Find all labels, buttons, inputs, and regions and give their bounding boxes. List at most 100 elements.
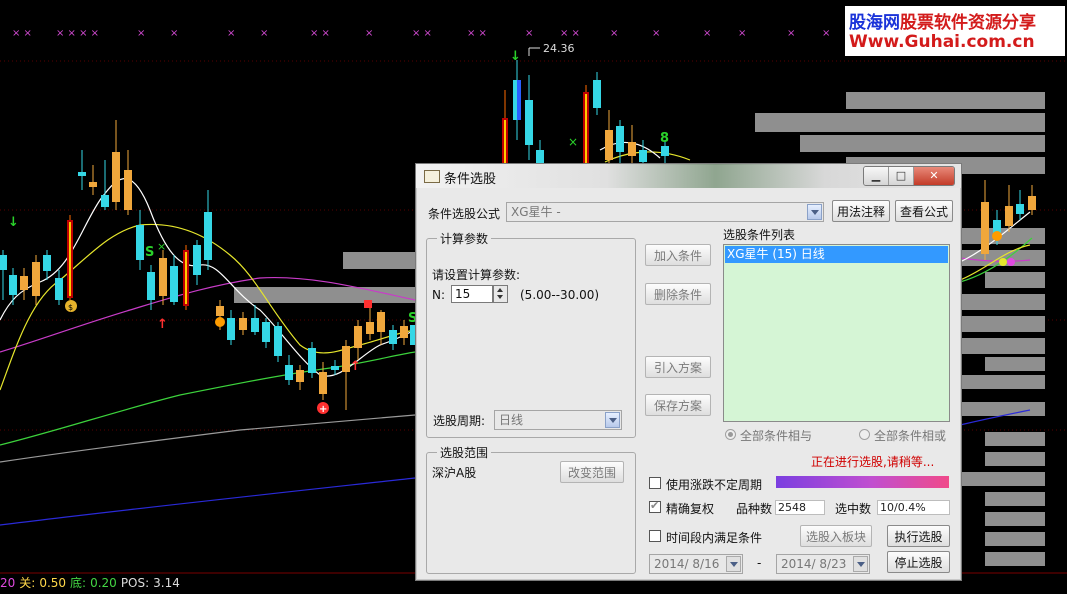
svg-text:↓: ↓ bbox=[510, 49, 521, 64]
status-value-1: 0.50 bbox=[39, 576, 67, 590]
status-value-2: 0.20 bbox=[90, 576, 117, 590]
status-key-2: 底: bbox=[70, 576, 87, 590]
svg-text:↑: ↑ bbox=[350, 359, 361, 374]
svg-text:×: × bbox=[703, 28, 711, 39]
date-from-picker[interactable]: 2014/ 8/16 bbox=[649, 554, 743, 574]
chevron-down-icon[interactable] bbox=[853, 556, 868, 572]
import-plan-button[interactable]: 引入方案 bbox=[645, 356, 711, 378]
svg-text:×: × bbox=[157, 240, 166, 253]
time-range-label: 时间段内满足条件 bbox=[666, 531, 763, 545]
status-key-3: POS: bbox=[120, 576, 150, 590]
date-separator: - bbox=[757, 556, 762, 570]
maximize-icon[interactable]: □ bbox=[889, 167, 914, 185]
param-range: (5.00--30.00) bbox=[520, 288, 600, 302]
ma-gray-line bbox=[0, 414, 416, 463]
svg-text:+: + bbox=[319, 404, 327, 415]
radio-and[interactable] bbox=[725, 429, 736, 440]
radio-and-label: 全部条件相与 bbox=[740, 429, 813, 443]
svg-text:×: × bbox=[137, 28, 145, 39]
param-n-input[interactable]: 15 bbox=[451, 285, 493, 303]
usage-notes-button[interactable]: 用法注释 bbox=[832, 200, 890, 222]
progress-status-text: 正在进行选股,请稍等... bbox=[811, 455, 935, 469]
change-scope-button[interactable]: 改变范围 bbox=[560, 461, 624, 483]
date-to-picker[interactable]: 2014/ 8/23 bbox=[776, 554, 870, 574]
peak-price-label: 24.36 bbox=[543, 42, 575, 55]
svg-text:× ×: × × bbox=[12, 28, 32, 39]
close-icon[interactable]: ✕ bbox=[914, 167, 954, 185]
param-prompt: 请设置计算参数: bbox=[432, 268, 521, 282]
delete-condition-button[interactable]: 删除条件 bbox=[645, 283, 711, 305]
minimize-icon[interactable]: ▁ bbox=[864, 167, 889, 185]
count-value: 2548 bbox=[775, 500, 825, 515]
exact-rights-checkbox[interactable] bbox=[649, 499, 661, 513]
radio-or[interactable] bbox=[859, 429, 870, 440]
chevron-down-icon[interactable] bbox=[605, 412, 620, 428]
svg-text:×: × bbox=[610, 28, 618, 39]
irregular-period-checkbox[interactable] bbox=[649, 477, 661, 489]
spin-up-icon[interactable] bbox=[497, 288, 503, 292]
svg-text:S: S bbox=[145, 245, 154, 260]
svg-text:× ×: × × bbox=[467, 28, 487, 39]
calc-params-title: 计算参数 bbox=[437, 230, 492, 247]
svg-text:↑: ↑ bbox=[157, 317, 168, 332]
svg-text:×: × bbox=[822, 28, 830, 39]
condition-list[interactable]: XG星牛 (15) 日线 bbox=[723, 244, 950, 422]
view-formula-button[interactable]: 查看公式 bbox=[895, 200, 953, 222]
progress-bar bbox=[776, 476, 949, 488]
status-key-1: 关: bbox=[19, 576, 36, 590]
time-range-checkbox[interactable] bbox=[649, 530, 661, 542]
scope-value: 深沪A股 bbox=[432, 466, 477, 480]
list-item[interactable]: XG星牛 (15) 日线 bbox=[725, 246, 948, 263]
svg-text:×: × bbox=[170, 28, 178, 39]
spin-down-icon[interactable] bbox=[497, 295, 503, 299]
formula-label: 条件选股公式 bbox=[428, 207, 501, 221]
dialog-titlebar[interactable]: 条件选股 ▁ □ ✕ bbox=[416, 164, 961, 188]
window-controls: ▁ □ ✕ bbox=[863, 166, 955, 186]
add-condition-button[interactable]: 加入条件 bbox=[645, 244, 711, 266]
chevron-down-icon[interactable] bbox=[726, 556, 741, 572]
peak-marker: 24.36 bbox=[528, 42, 575, 56]
window-app-icon bbox=[424, 170, 440, 183]
svg-text:×: × bbox=[738, 28, 746, 39]
logo-url: Www.Guhai.com.cn bbox=[849, 32, 1035, 52]
site-logo: 股海网股票软件资源分享 Www.Guhai.com.cn bbox=[845, 6, 1065, 56]
selected-label: 选中数 bbox=[835, 502, 872, 516]
date-to-value: 2014/ 8/23 bbox=[781, 557, 847, 571]
chevron-down-icon[interactable] bbox=[807, 204, 822, 220]
logo-brand: 股海网 bbox=[849, 13, 900, 33]
scope-title: 选股范围 bbox=[437, 444, 492, 461]
date-from-value: 2014/ 8/16 bbox=[654, 557, 720, 571]
period-select[interactable]: 日线 bbox=[494, 410, 622, 430]
svg-text:×: × bbox=[652, 28, 660, 39]
signal-markers: × × × × × × × × × × × × × × × × × × × × × × × × × × bbox=[12, 28, 830, 39]
formula-select[interactable]: XG星牛 - bbox=[506, 202, 824, 222]
execute-button[interactable]: 执行选股 bbox=[887, 525, 950, 547]
selected-value: 10/0.4% bbox=[877, 500, 950, 515]
count-label: 品种数 bbox=[736, 502, 773, 516]
svg-text:×: × bbox=[365, 28, 373, 39]
status-value-3: 3.14 bbox=[153, 576, 180, 590]
exact-rights-label: 精确复权 bbox=[666, 502, 715, 516]
condition-list-title: 选股条件列表 bbox=[723, 228, 796, 242]
svg-text:× ×: × × bbox=[310, 28, 330, 39]
logo-slogan: 股票软件资源分享 bbox=[900, 13, 1036, 33]
irregular-period-label: 使用涨跌不定周期 bbox=[666, 478, 763, 492]
stop-button[interactable]: 停止选股 bbox=[887, 551, 950, 573]
svg-text:×: × bbox=[227, 28, 235, 39]
save-plan-button[interactable]: 保存方案 bbox=[645, 394, 711, 416]
svg-text:×: × bbox=[525, 28, 533, 39]
svg-text:8: 8 bbox=[660, 131, 669, 146]
dialog-title: 条件选股 bbox=[444, 172, 497, 187]
radio-or-label: 全部条件相或 bbox=[874, 429, 947, 443]
to-block-button[interactable]: 选股入板块 bbox=[800, 525, 872, 547]
svg-text:× ×: × × bbox=[560, 28, 580, 39]
svg-text:$: $ bbox=[68, 303, 73, 312]
svg-text:↓: ↓ bbox=[8, 215, 19, 230]
param-spinner[interactable] bbox=[493, 285, 508, 303]
stock-screener-dialog: 条件选股 ▁ □ ✕ 条件选股公式 XG星牛 - 用法注释 查看公式 计算参数 … bbox=[415, 163, 962, 581]
period-select-value: 日线 bbox=[499, 413, 524, 427]
svg-text:×: × bbox=[787, 28, 795, 39]
svg-text:× ×: × × bbox=[412, 28, 432, 39]
status-prefix: 20 bbox=[0, 576, 16, 590]
svg-text:×: × bbox=[260, 28, 268, 39]
